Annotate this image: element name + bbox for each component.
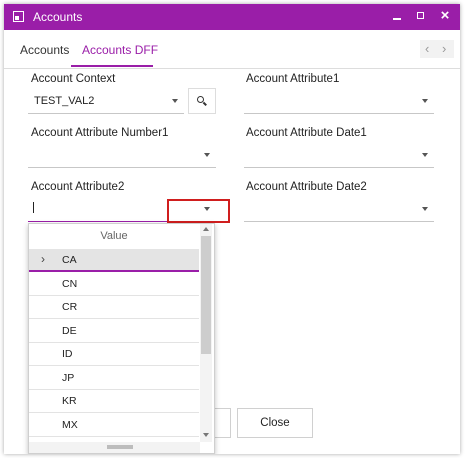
account-context-select[interactable]: TEST_VAL2 (28, 89, 184, 114)
dropdown-option[interactable]: KR (29, 390, 199, 413)
maximize-icon[interactable] (413, 8, 429, 24)
tab-scroll-buttons: ‹ › (420, 40, 454, 58)
dropdown-option[interactable]: CR (29, 296, 199, 319)
active-tab-indicator (71, 65, 153, 67)
account-attribute1-label: Account Attribute1 (246, 73, 340, 85)
chevron-left-icon[interactable]: ‹ (425, 41, 429, 56)
chevron-right-icon: › (41, 252, 45, 266)
account-attribute-date2-select[interactable] (244, 197, 434, 222)
window-title: Accounts (33, 10, 83, 24)
dropdown-option[interactable]: › CA (29, 249, 199, 272)
tab-accounts-dff[interactable]: Accounts DFF (82, 43, 158, 57)
account-attribute-number1-select[interactable] (28, 143, 216, 168)
dropdown-option[interactable]: JP (29, 367, 199, 390)
account-attribute-date2-label: Account Attribute Date2 (246, 181, 367, 193)
close-button[interactable]: Close (237, 408, 313, 438)
scroll-up-icon[interactable] (203, 227, 209, 231)
chevron-down-icon[interactable] (422, 99, 428, 103)
dropdown-option[interactable]: MX (29, 414, 199, 437)
accounts-window: Accounts × Accounts Accounts DFF ‹ › Acc… (4, 4, 460, 454)
chevron-down-icon[interactable] (204, 153, 210, 157)
account-attribute1-select[interactable] (244, 89, 434, 114)
chevron-down-icon[interactable] (422, 207, 428, 211)
text-cursor (33, 202, 34, 213)
search-button[interactable] (188, 88, 216, 114)
account-context-value: TEST_VAL2 (34, 95, 95, 107)
dropdown-toggle-highlight (167, 199, 230, 223)
vertical-scrollbar-thumb[interactable] (201, 236, 211, 354)
account-attribute-number1-label: Account Attribute Number1 (31, 127, 169, 139)
chevron-down-icon[interactable] (422, 153, 428, 157)
scroll-down-icon[interactable] (203, 433, 209, 437)
account-attribute-date1-label: Account Attribute Date1 (246, 127, 367, 139)
tab-accounts[interactable]: Accounts (20, 43, 69, 57)
account-attribute-date1-select[interactable] (244, 143, 434, 168)
dropdown-option[interactable]: ID (29, 343, 199, 366)
chevron-right-icon[interactable]: › (442, 41, 446, 56)
value-dropdown-list: Value › CA CN CR DE ID JP KR MX (28, 223, 215, 454)
dropdown-option[interactable]: CN (29, 273, 199, 296)
dropdown-option[interactable]: DE (29, 320, 199, 343)
account-context-label: Account Context (31, 73, 116, 85)
close-icon[interactable]: × (437, 8, 453, 24)
horizontal-scrollbar-thumb[interactable] (107, 445, 133, 449)
app-window-icon (13, 11, 24, 22)
account-attribute2-label: Account Attribute2 (31, 181, 125, 193)
tab-bar: Accounts Accounts DFF ‹ › (4, 30, 460, 69)
chevron-down-icon[interactable] (172, 99, 178, 103)
dropdown-column-header: Value (100, 230, 128, 242)
title-bar: Accounts × (4, 4, 460, 30)
minimize-icon[interactable] (389, 8, 405, 24)
